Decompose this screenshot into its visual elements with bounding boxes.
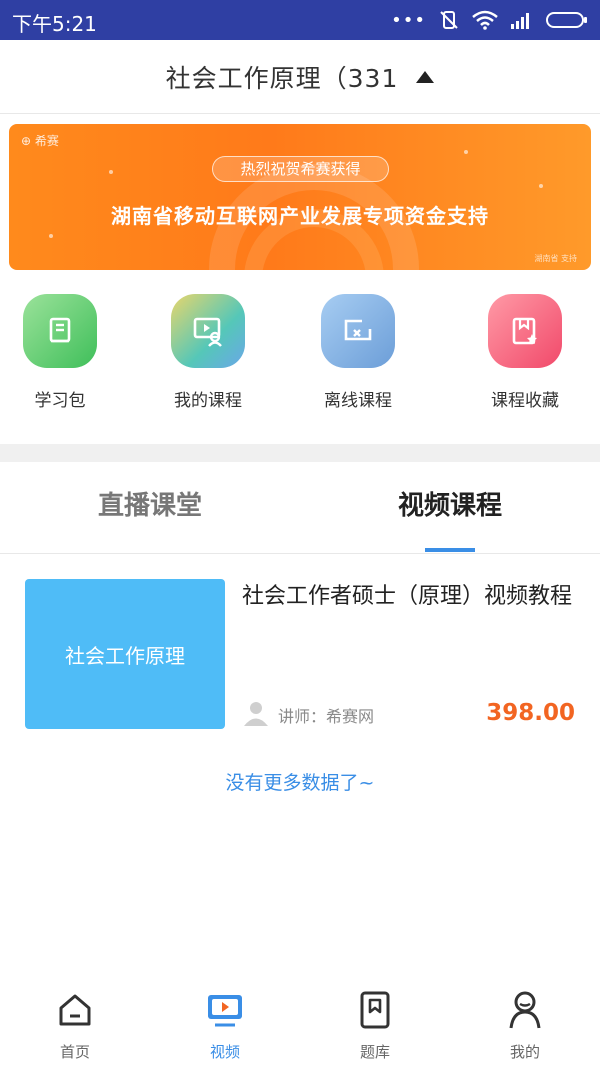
no-more-data-text: 没有更多数据了~ xyxy=(225,772,375,794)
tab-active-indicator xyxy=(425,548,475,552)
section-divider xyxy=(0,444,600,462)
quick-menu: 学习包 我的课程 离线课程 课程收藏 xyxy=(0,290,600,420)
tab-live[interactable]: 直播课堂 xyxy=(0,462,300,554)
course-card[interactable]: 社会工作原理 社会工作者硕士（原理）视频教程 讲师：希赛网 398.00 xyxy=(0,564,600,744)
status-bar: 下午5:21 ••• xyxy=(0,0,600,40)
quick-item-favorites[interactable]: 课程收藏 xyxy=(465,290,585,411)
signal-icon xyxy=(510,10,534,30)
quick-item-label: 离线课程 xyxy=(324,391,392,411)
nav-question-bank[interactable]: 题库 xyxy=(300,989,450,1062)
bottom-nav: 首页 视频 题库 我的 xyxy=(0,977,600,1067)
caret-up-icon[interactable] xyxy=(416,70,435,83)
course-tabs: 直播课堂 视频课程 xyxy=(0,462,600,554)
banner-sparkle xyxy=(49,234,53,238)
offline-icon xyxy=(321,294,395,368)
question-bank-icon xyxy=(300,989,450,1031)
status-icons: ••• xyxy=(391,8,588,32)
quick-item-label: 我的课程 xyxy=(174,391,242,411)
quick-item-offline[interactable]: 离线课程 xyxy=(298,290,418,411)
course-price: 398.00 xyxy=(486,700,575,726)
book-icon xyxy=(23,294,97,368)
nav-label: 我的 xyxy=(509,1043,540,1061)
home-icon xyxy=(0,989,150,1031)
banner-note: 湖南省 支持 xyxy=(534,254,577,263)
course-title[interactable]: 社会工作者硕士（原理）视频教程 xyxy=(242,582,572,612)
banner-headline: 湖南省移动互联网产业发展专项资金支持 xyxy=(111,204,489,228)
quick-item-my-courses[interactable]: 我的课程 xyxy=(148,290,268,411)
teacher-avatar-icon xyxy=(242,699,270,731)
quick-item-study-pack[interactable]: 学习包 xyxy=(0,290,120,411)
nav-label: 视频 xyxy=(209,1043,240,1061)
quick-item-label: 课程收藏 xyxy=(491,391,559,411)
banner-brand-logo: ⊕ 希赛 xyxy=(21,134,59,148)
wifi-icon xyxy=(472,10,498,30)
nav-home[interactable]: 首页 xyxy=(0,989,150,1062)
course-thumbnail[interactable]: 社会工作原理 xyxy=(25,579,225,729)
vibrate-off-icon xyxy=(438,9,460,31)
promo-banner[interactable]: ⊕ 希赛 热烈祝贺希赛获得 湖南省移动互联网产业发展专项资金支持 湖南省 支持 xyxy=(9,124,591,270)
course-video-icon xyxy=(171,294,245,368)
banner-sparkle xyxy=(109,170,113,174)
tab-video[interactable]: 视频课程 xyxy=(300,462,600,554)
profile-icon xyxy=(450,989,600,1031)
nav-label: 首页 xyxy=(59,1043,90,1061)
banner-sparkle xyxy=(464,150,468,154)
nav-profile[interactable]: 我的 xyxy=(450,989,600,1062)
banner-sparkle xyxy=(539,184,543,188)
more-dots-icon: ••• xyxy=(391,9,426,31)
subject-title[interactable]: 社会工作原理（331 xyxy=(166,59,399,95)
favorite-icon xyxy=(488,294,562,368)
banner-pill: 热烈祝贺希赛获得 xyxy=(212,156,389,182)
banner-brand-text: 希赛 xyxy=(34,134,59,148)
teacher-label: 讲师：希赛网 xyxy=(278,707,375,726)
video-icon xyxy=(150,989,300,1031)
header[interactable]: 社会工作原理（331 xyxy=(0,40,600,114)
nav-label: 题库 xyxy=(359,1043,390,1061)
nav-video[interactable]: 视频 xyxy=(150,989,300,1062)
battery-icon xyxy=(546,10,588,30)
course-teacher: 讲师：希赛网 xyxy=(242,699,374,731)
quick-item-label: 学习包 xyxy=(34,391,86,411)
status-time: 下午5:21 xyxy=(12,12,97,36)
